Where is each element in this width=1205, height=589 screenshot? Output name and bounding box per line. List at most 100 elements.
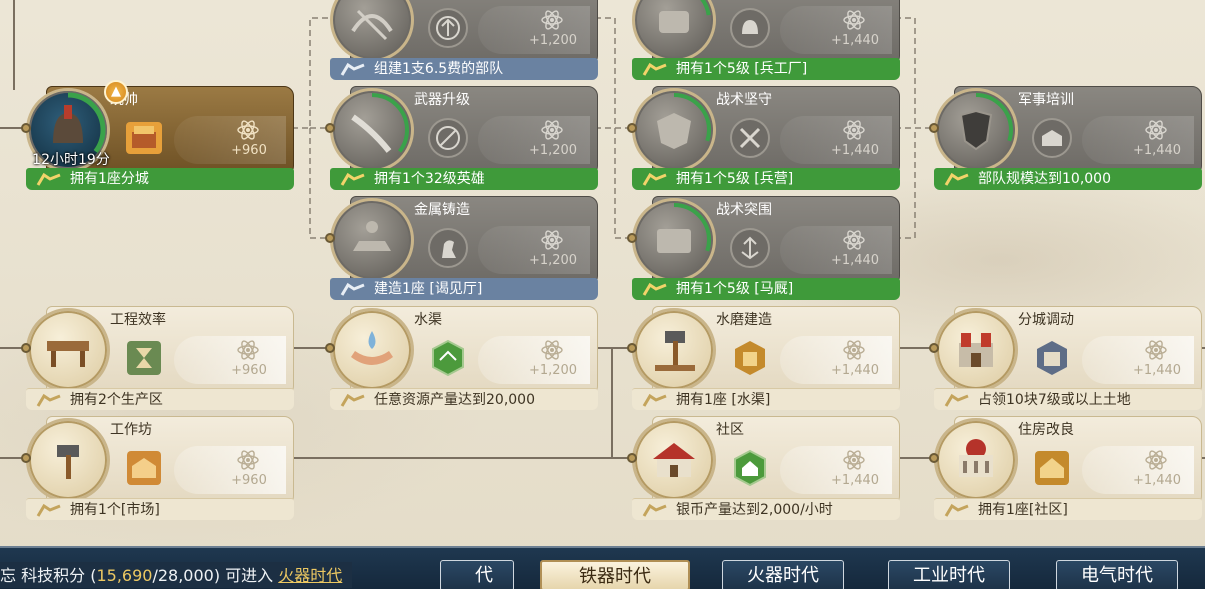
tech-points-status: 忘 科技积分 (15,690/28,000) 可进入 火器时代 [0,562,353,588]
requirement-arrow-icon [36,503,61,517]
requirement-text: 建造1座 [谒见厅] [374,281,483,297]
reward-points: +1,200 [478,6,590,54]
reward-value: +1,200 [528,143,578,158]
reward-value: +1,440 [830,363,880,378]
hammer-icon [26,418,110,502]
hammer-icon [632,308,716,392]
tab-iron-age[interactable]: 铁器时代 [540,560,690,589]
cottage-icon [1032,448,1072,488]
tech-points-icon [843,120,865,140]
requirement-arrow-icon [642,282,667,296]
thumbs-up-icon[interactable]: ▲ [104,80,128,104]
tab-electric-age[interactable]: 电气时代 [1056,560,1178,589]
tech-node-canal[interactable]: 水渠 +1,200 任意资源产量达到20,000 [330,306,600,414]
requirement-bar: 拥有1座分城 [26,168,294,190]
tech-points-icon [237,340,259,360]
tech-node-tactics-breakout[interactable]: 战术突围 +1,440 拥有1个5级 [马厩] [632,196,902,304]
workbench-icon [26,308,110,392]
tech-node-subcity-deploy[interactable]: 分城调动 +1,440 占领10块7级或以上土地 [934,306,1204,414]
requirement-bar: 占领10块7级或以上土地 [934,388,1202,410]
node-title: 工程效率 [110,312,166,328]
crossbow-icon [330,0,414,62]
tech-node-engineering[interactable]: 工程效率 +960 拥有2个生产区 [26,306,296,414]
era-navigation-bar: 忘 科技积分 (15,690/28,000) 可进入 火器时代 代 铁器时代 火… [0,546,1205,589]
tech-node-housing[interactable]: 住房改良 +1,440 拥有1座[社区] [934,416,1204,524]
sword-icon [330,88,414,172]
tech-node-workshop[interactable]: 工作坊 +960 拥有1个[市场] [26,416,296,524]
horse-icon [428,228,468,268]
tech-node-crossbow[interactable]: +1,200 组建1支6.5费的部队 [330,0,600,84]
reward-value: +960 [231,143,267,158]
requirement-text: 拥有2个生产区 [70,392,163,408]
requirement-bar: 拥有2个生产区 [26,388,294,410]
reward-points: +1,440 [1082,116,1194,164]
tech-node-weapon-upgrade[interactable]: 武器升级 +1,200 拥有1个32级英雄 [330,86,600,194]
next-era-link[interactable]: 火器时代 [278,566,342,585]
fort-icon [1032,338,1072,378]
requirement-bar: 建造1座 [谒见厅] [330,278,598,300]
requirement-bar: 任意资源产量达到20,000 [330,388,598,410]
requirement-arrow-icon [36,393,61,407]
node-title: 分城调动 [1018,312,1074,328]
requirement-arrow-icon [340,172,365,186]
requirement-bar: 拥有1座 [水渠] [632,388,900,410]
requirement-text: 占领10块7级或以上土地 [978,392,1131,408]
tech-node-armory[interactable]: +1,440 拥有1个5级 [兵工厂] [632,0,902,84]
tech-points-icon [237,120,259,140]
green-hex-icon [428,338,468,378]
green-house-icon [730,448,770,488]
connector-dot [627,233,637,243]
requirement-arrow-icon [944,172,969,186]
requirement-arrow-icon [642,393,667,407]
reward-points: +1,440 [1082,336,1194,384]
unlock-text: 可进入 [225,566,274,585]
mansion-icon [934,418,1018,502]
reward-value: +960 [231,473,267,488]
tech-node-community[interactable]: 社区 +1,440 银币产量达到2,000/小时 [632,416,902,524]
requirement-arrow-icon [944,503,969,517]
tech-points-icon [541,230,563,250]
tech-points-icon [843,10,865,30]
requirement-arrow-icon [340,282,365,296]
requirement-arrow-icon [36,172,61,186]
research-timer: 12小时19分 [32,152,110,168]
prefix-glyph: 忘 [0,566,17,585]
tab-industrial-age[interactable]: 工业时代 [888,560,1010,589]
requirement-text: 拥有1个[市场] [70,502,160,518]
connector-dot [929,123,939,133]
connector-dot [21,453,31,463]
connector-dot [627,123,637,133]
connector-dot [21,343,31,353]
tech-points-label: 科技积分 [21,566,86,585]
mill-icon [730,338,770,378]
requirement-bar: 拥有1个5级 [兵工厂] [632,58,900,80]
tech-points-icon [843,450,865,470]
tech-points-icon [843,230,865,250]
requirement-bar: 拥有1个5级 [兵营] [632,168,900,190]
shield-icon [934,88,1018,172]
node-title: 战术坚守 [716,92,772,108]
tab-firearm-age[interactable]: 火器时代 [722,560,844,589]
requirement-text: 部队规模达到10,000 [978,171,1111,187]
requirement-text: 银币产量达到2,000/小时 [676,502,833,518]
house-icon [632,418,716,502]
tech-tree-screen: +1,200 组建1支6.5费的部队 +1,440 拥有1个5级 [兵工厂] 统… [0,0,1205,589]
tech-node-watermill[interactable]: 水磨建造 +1,440 拥有1座 [水渠] [632,306,902,414]
requirement-bar: 部队规模达到10,000 [934,168,1202,190]
requirement-text: 拥有1个32级英雄 [374,171,485,187]
warrior-helmet-icon: 12小时19分 [26,88,110,172]
shield-armor-icon [632,88,716,172]
node-title: 战术突围 [716,202,772,218]
connector-dot [627,343,637,353]
reward-value: +1,200 [528,253,578,268]
tech-node-marshal[interactable]: 统帅 12小时19分 ▲ +960 拥有1座分城 [26,80,296,194]
tech-node-metal-casting[interactable]: 金属铸造 +1,200 建造1座 [谒见厅] [330,196,600,304]
tech-node-military-training[interactable]: 军事培训 +1,440 部队规模达到10,000 [934,86,1204,194]
market-icon [124,448,164,488]
tab-previous-era[interactable]: 代 [440,560,514,589]
hourglass-icon [124,338,164,378]
reward-points: +1,440 [1082,446,1194,494]
tech-node-tactics-hold[interactable]: 战术坚守 +1,440 拥有1个5级 [兵营] [632,86,902,194]
reward-points: +1,200 [478,336,590,384]
requirement-bar: 银币产量达到2,000/小时 [632,498,900,520]
